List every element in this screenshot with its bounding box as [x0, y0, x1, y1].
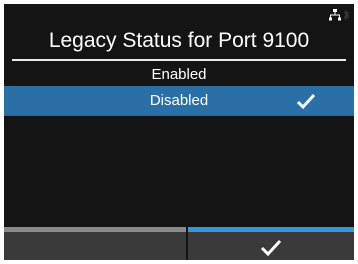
- option-divider: [4, 115, 354, 116]
- page-title: Legacy Status for Port 9100: [48, 29, 310, 52]
- check-icon: [260, 239, 282, 256]
- softkey-bar: [4, 227, 354, 260]
- option-label: Disabled: [149, 92, 209, 109]
- network-icon: [329, 9, 341, 21]
- option-enabled[interactable]: Enabled: [4, 58, 354, 87]
- bluetooth-icon: [343, 9, 350, 21]
- printer-lcd-screen: Legacy Status for Port 9100 Enabled Disa…: [0, 0, 358, 264]
- option-label: Enabled: [151, 65, 207, 83]
- check-icon: [296, 93, 316, 110]
- lcd-display: Legacy Status for Port 9100 Enabled Disa…: [4, 4, 354, 260]
- softkey-left-button[interactable]: [4, 227, 186, 260]
- option-disabled[interactable]: Disabled: [4, 86, 354, 115]
- status-icons: [329, 7, 350, 23]
- softkey-accent: [188, 227, 354, 232]
- softkey-accent: [4, 227, 186, 232]
- confirm-button[interactable]: [188, 227, 354, 260]
